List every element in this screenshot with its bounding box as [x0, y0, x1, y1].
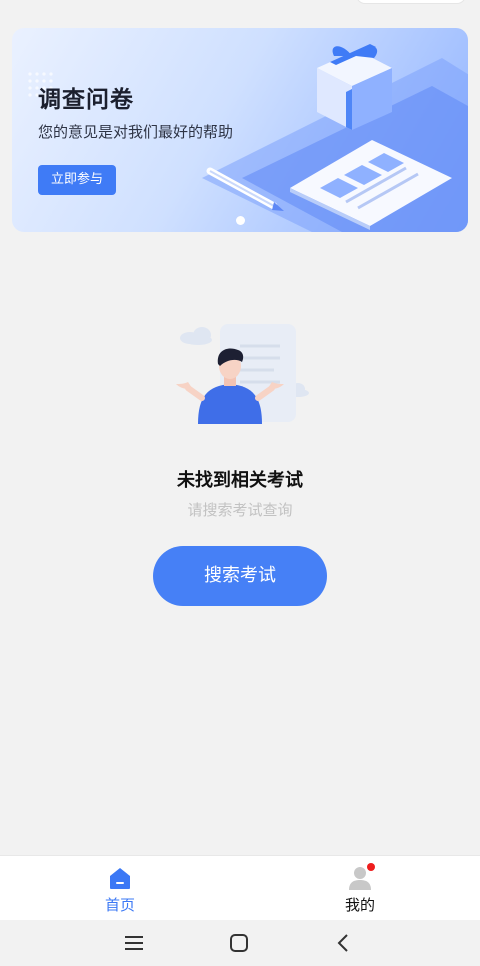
- carousel-indicator: [12, 210, 468, 229]
- bottom-tab-bar: 首页 我的: [0, 855, 480, 920]
- app-screen: 调查问卷 您的意见是对我们最好的帮助 立即参与 未找到相关考试 请搜索考试查询 …: [0, 0, 480, 966]
- notification-badge: [367, 863, 375, 871]
- home-square-icon[interactable]: [227, 932, 251, 954]
- banner-subtitle: 您的意见是对我们最好的帮助: [38, 123, 234, 141]
- participate-button[interactable]: 立即参与: [38, 165, 116, 195]
- back-chevron-icon[interactable]: [332, 932, 356, 954]
- banner-title: 调查问卷: [38, 87, 134, 113]
- empty-state-illustration: [176, 324, 309, 424]
- tab-mine[interactable]: 我的: [240, 856, 480, 921]
- tab-mine-label: 我的: [344, 896, 375, 914]
- empty-state-subtitle: 请搜索考试查询: [187, 501, 293, 519]
- carousel-dot-active[interactable]: [235, 216, 245, 225]
- search-exam-button[interactable]: 搜索考试: [153, 546, 327, 606]
- home-icon: [110, 868, 130, 889]
- tab-home-label: 首页: [104, 896, 135, 914]
- empty-state-title: 未找到相关考试: [177, 470, 303, 491]
- top-search-pill[interactable]: [356, 0, 466, 4]
- survey-banner[interactable]: 调查问卷 您的意见是对我们最好的帮助 立即参与: [12, 28, 468, 232]
- tab-home[interactable]: 首页: [0, 856, 240, 921]
- system-navigation-bar: [0, 920, 480, 966]
- menu-icon[interactable]: [122, 932, 146, 954]
